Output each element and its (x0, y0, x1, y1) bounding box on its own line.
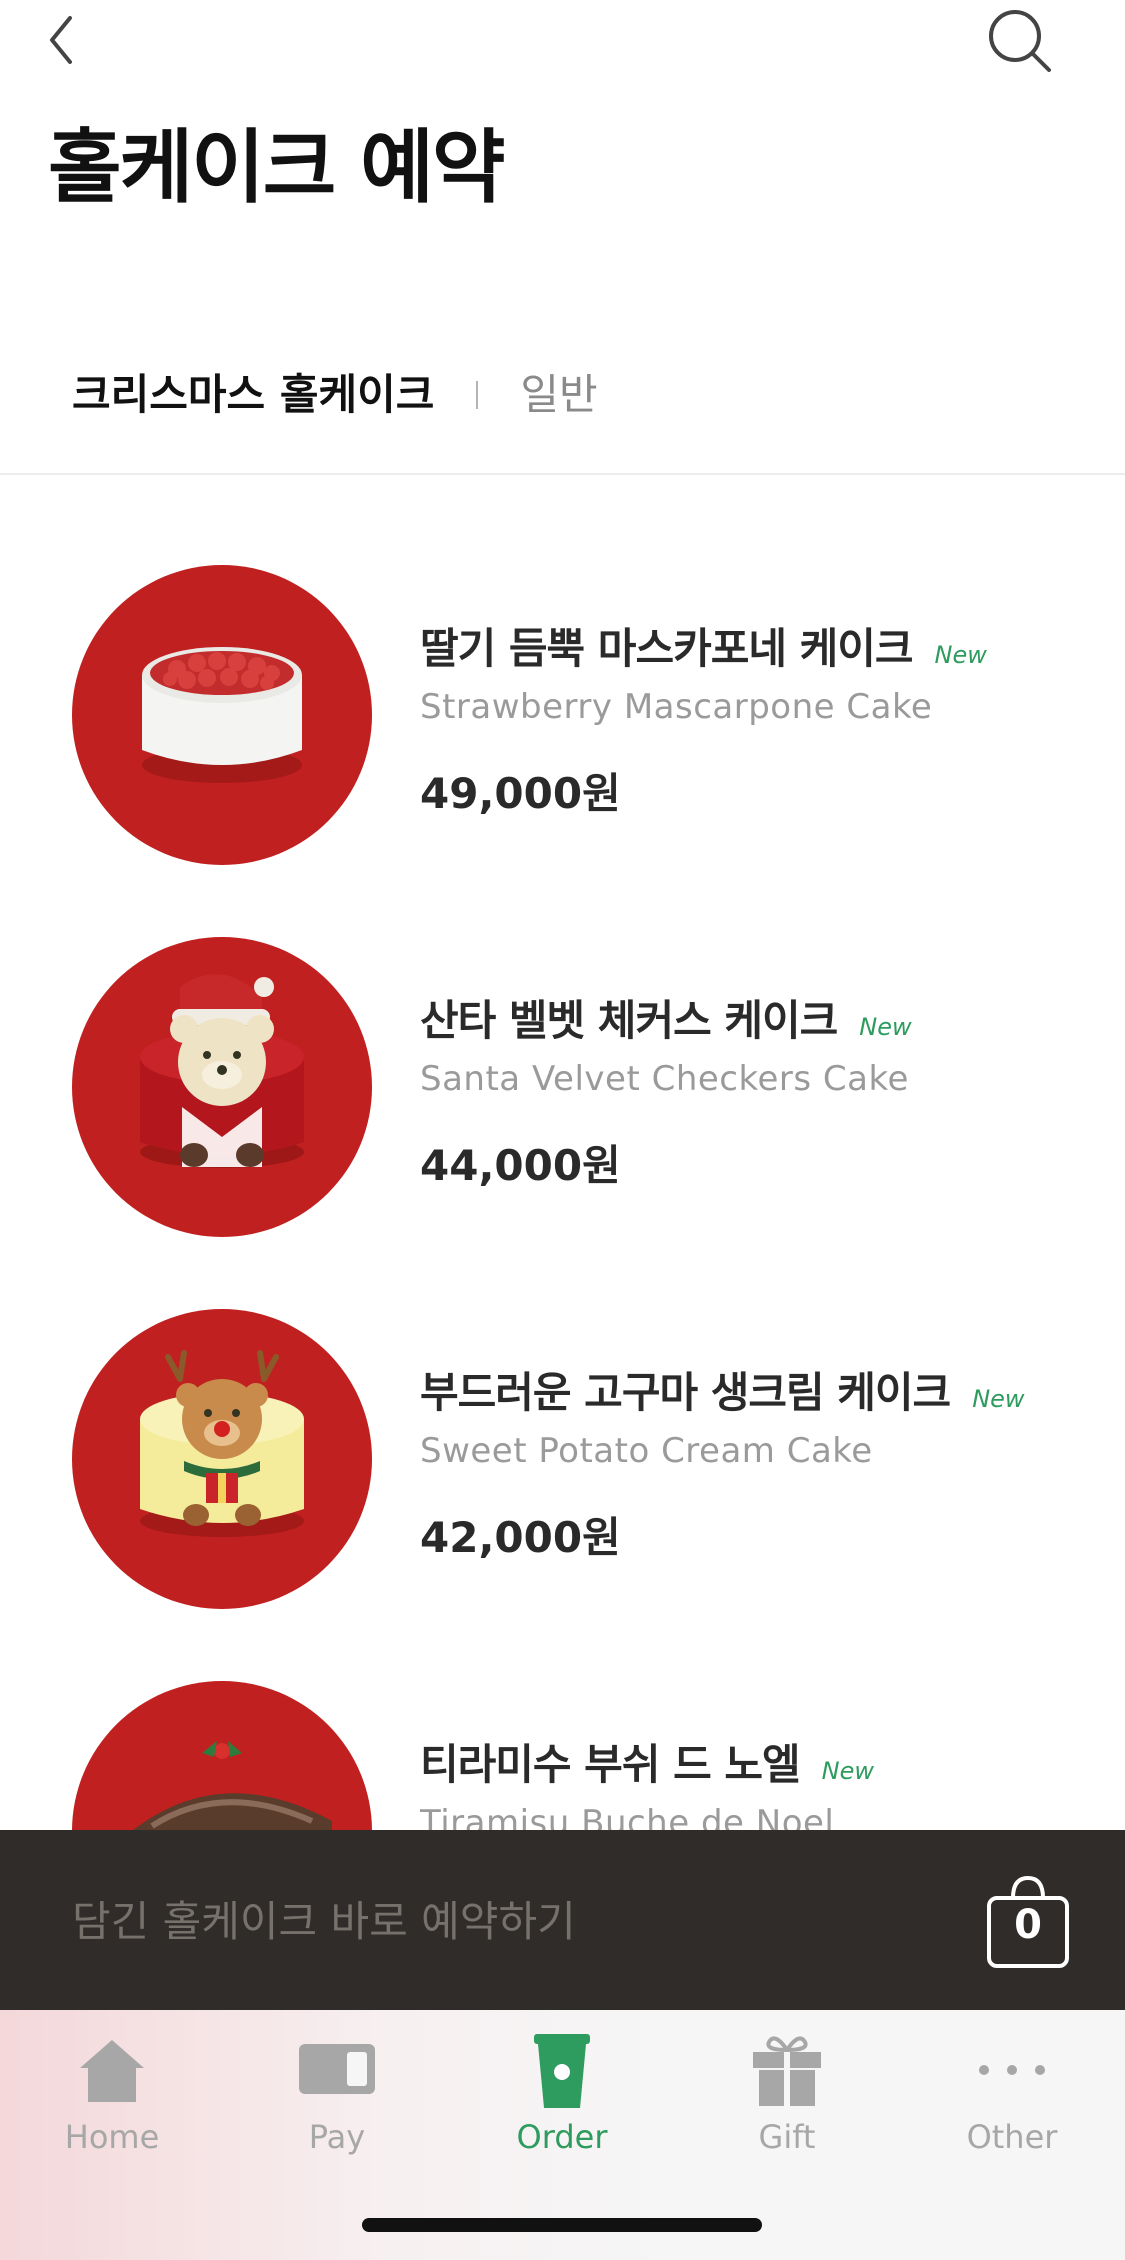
new-badge: New (859, 1013, 912, 1041)
tab-general[interactable]: 일반 (520, 365, 597, 425)
product-name-ko: 티라미수 부쉬 드 노엘 (420, 1740, 801, 1789)
page-title: 홀케이크 예약 (48, 121, 505, 214)
tabbar-item-order[interactable]: Order (482, 2030, 642, 2160)
cart-button[interactable]: 0 (985, 1872, 1071, 1970)
tabbar-label: Pay (308, 2118, 366, 2156)
product-price: 42,000원 (420, 1513, 621, 1562)
product-name-en: Strawberry Mascarpone Cake (420, 687, 933, 727)
cup-icon (534, 2034, 590, 2108)
product-image (72, 1309, 372, 1609)
product-name-ko: 부드러운 고구마 생크림 케이크 (420, 1368, 951, 1417)
product-image (72, 937, 372, 1237)
product-list: 딸기 듬뿍 마스카포네 케이크 New Strawberry Mascarpon… (0, 475, 1125, 1830)
chevron-left-icon (50, 16, 72, 64)
search-icon (989, 10, 1051, 72)
tab-christmas-whole-cake[interactable]: 크리스마스 홀케이크 (72, 365, 434, 425)
reserve-bar[interactable]: 담긴 홀케이크 바로 예약하기 0 (0, 1830, 1125, 2010)
product-image (72, 1681, 372, 1830)
product-item-santa-velvet[interactable]: 산타 벨벳 체커스 케이크 New Santa Velvet Checkers … (0, 847, 1125, 1237)
product-name-row: 딸기 듬뿍 마스카포네 케이크 New (420, 615, 987, 676)
new-badge: New (972, 1385, 1025, 1413)
more-icon (979, 2065, 1045, 2075)
home-indicator (362, 2218, 762, 2232)
product-name-ko: 산타 벨벳 체커스 케이크 (420, 996, 838, 1045)
tabbar-item-gift[interactable]: Gift (707, 2030, 867, 2160)
reserve-now-label: 담긴 홀케이크 바로 예약하기 (72, 1897, 576, 1946)
tabbar-label: Order (516, 2118, 608, 2156)
product-name-en: Santa Velvet Checkers Cake (420, 1059, 909, 1099)
product-image (72, 565, 372, 865)
product-price: 49,000원 (420, 769, 621, 818)
tabbar-item-home[interactable]: Home (32, 2030, 192, 2160)
product-item-sweet-potato[interactable]: 부드러운 고구마 생크림 케이크 New Sweet Potato Cream … (0, 1219, 1125, 1609)
tabbar-label: Gift (758, 2118, 816, 2156)
search-button[interactable] (985, 6, 1055, 76)
new-badge: New (821, 1757, 874, 1785)
tabbar-label: Home (64, 2118, 160, 2156)
product-name-row: 부드러운 고구마 생크림 케이크 New (420, 1359, 1025, 1420)
back-button[interactable] (40, 10, 84, 70)
product-item-tiramisu-buche[interactable]: 티라미수 부쉬 드 노엘 New Tiramisu Buche de Noel (0, 1591, 1125, 1830)
product-name-row: 티라미수 부쉬 드 노엘 New (420, 1731, 874, 1792)
category-tabs: 크리스마스 홀케이크 일반 (72, 365, 598, 425)
card-icon (299, 2044, 375, 2094)
home-icon (80, 2040, 144, 2102)
product-name-ko: 딸기 듬뿍 마스카포네 케이크 (420, 624, 914, 673)
tabbar-item-other[interactable]: Other (932, 2030, 1092, 2160)
tabbar-item-pay[interactable]: Pay (257, 2030, 417, 2160)
new-badge: New (934, 641, 987, 669)
tab-separator (476, 381, 479, 409)
product-name-en: Sweet Potato Cream Cake (420, 1431, 873, 1471)
product-name-en: Tiramisu Buche de Noel (420, 1803, 835, 1830)
cart-count: 0 (1014, 1902, 1042, 1948)
tabbar-label: Other (966, 2118, 1058, 2156)
product-item-strawberry-mascarpone[interactable]: 딸기 듬뿍 마스카포네 케이크 New Strawberry Mascarpon… (0, 475, 1125, 865)
product-price: 44,000원 (420, 1141, 621, 1190)
gift-icon (753, 2036, 821, 2106)
product-name-row: 산타 벨벳 체커스 케이크 New (420, 987, 912, 1048)
